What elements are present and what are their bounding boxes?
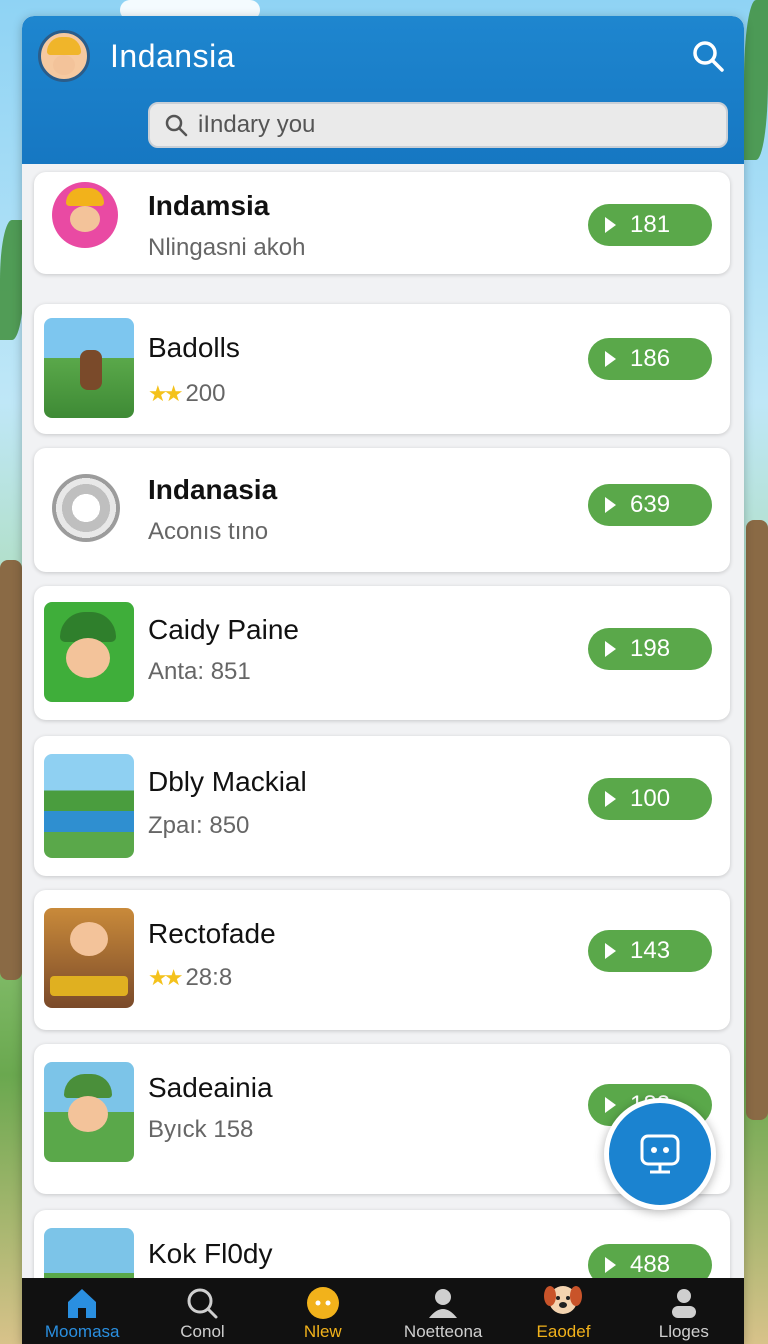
robot-icon [640, 1134, 680, 1174]
tab-profile[interactable]: Lloges [624, 1278, 744, 1344]
palm-leaf-decoration [0, 220, 24, 340]
tab-label: Eaodef [536, 1322, 591, 1341]
play-button[interactable]: 100 [588, 778, 712, 820]
tab-search[interactable]: Conol [142, 1278, 262, 1344]
list-item[interactable]: Rectofade ★★ 28:8 143 [34, 890, 730, 1030]
item-title: Sadeainia [148, 1072, 273, 1103]
tab-notifications[interactable]: Noetteona [383, 1278, 503, 1344]
palm-leaf-decoration [744, 0, 768, 160]
bottom-tab-bar: Moomasa Conol Nlew Noetteona Eaodef Llog… [22, 1278, 744, 1344]
app-window: Indansia Indamsia Nlingasni akoh 181 [22, 16, 744, 1344]
item-title: Kok Fl0dy [148, 1238, 273, 1269]
new-icon [306, 1287, 339, 1319]
item-subtitle: Nlingasni akoh [148, 234, 306, 261]
tab-label: Moomasa [44, 1322, 120, 1341]
list-item[interactable]: Badolls ★★ 200 186 [34, 304, 730, 434]
list-item[interactable]: Caidy Paine Anta: 851 198 [34, 586, 730, 720]
tab-label: Lloges [658, 1322, 709, 1341]
tab-home[interactable]: Moomasa [22, 1278, 142, 1344]
play-button[interactable]: 198 [588, 628, 712, 670]
item-title: Badolls [148, 332, 240, 363]
item-subtitle: Zpaı: 850 [148, 812, 250, 839]
game-thumbnail [44, 318, 134, 418]
star-rating-icon: ★★ [148, 965, 184, 990]
avatar[interactable] [38, 30, 90, 82]
search-bar[interactable] [148, 102, 728, 148]
play-arrow-icon [605, 943, 616, 959]
game-thumbnail [44, 754, 134, 858]
tab-label: Noetteona [403, 1322, 483, 1341]
home-icon [68, 1289, 97, 1318]
user-icon [671, 1289, 696, 1318]
play-button[interactable]: 186 [588, 338, 712, 380]
item-title: Dbly Mackial [148, 766, 307, 797]
item-title: Indanasia [148, 474, 278, 505]
tab-pets[interactable]: Eaodef [503, 1278, 623, 1344]
play-arrow-icon [605, 1097, 616, 1113]
play-arrow-icon [605, 641, 616, 657]
chat-bot-button[interactable] [604, 1098, 716, 1210]
play-arrow-icon [605, 791, 616, 807]
item-subtitle: ★★ 28:8 [148, 964, 233, 991]
person-icon [429, 1289, 458, 1318]
star-rating-icon: ★★ [148, 381, 184, 406]
item-title: Rectofade [148, 918, 276, 949]
tree-trunk-decoration [0, 560, 22, 980]
game-thumbnail [52, 182, 118, 248]
tab-label: Conol [180, 1322, 225, 1341]
play-button[interactable]: 143 [588, 930, 712, 972]
item-title: Indamsia [148, 190, 270, 221]
item-title: Caidy Paine [148, 614, 299, 645]
search-input[interactable] [198, 111, 698, 139]
game-thumbnail [44, 908, 134, 1008]
tree-trunk-decoration [746, 520, 768, 1120]
app-header: Indansia [22, 16, 744, 164]
dog-icon [544, 1286, 583, 1314]
game-thumbnail [44, 602, 134, 702]
play-arrow-icon [605, 497, 616, 513]
item-subtitle: Aconıs tıno [148, 518, 269, 545]
list-item[interactable]: Indamsia Nlingasni akoh 181 [34, 172, 730, 274]
item-subtitle: Byıck 158 [148, 1116, 254, 1143]
list-item[interactable]: Indanasia Aconıs tıno 639 [34, 448, 730, 572]
tab-label: Nlew [303, 1322, 342, 1341]
item-subtitle: ★★ 200 [148, 380, 226, 407]
page-title: Indansia [110, 38, 235, 74]
tab-new[interactable]: Nlew [263, 1278, 383, 1344]
play-arrow-icon [605, 351, 616, 367]
game-thumbnail [44, 1062, 134, 1162]
play-button[interactable]: 181 [588, 204, 712, 246]
search-icon [187, 1288, 218, 1319]
search-icon [165, 114, 188, 137]
search-icon[interactable] [690, 38, 726, 74]
play-arrow-icon [605, 1257, 616, 1273]
play-button[interactable]: 639 [588, 484, 712, 526]
game-thumbnail [52, 474, 120, 542]
item-subtitle: Anta: 851 [148, 658, 251, 685]
play-arrow-icon [605, 217, 616, 233]
list-item[interactable]: Dbly Mackial Zpaı: 850 100 [34, 736, 730, 876]
